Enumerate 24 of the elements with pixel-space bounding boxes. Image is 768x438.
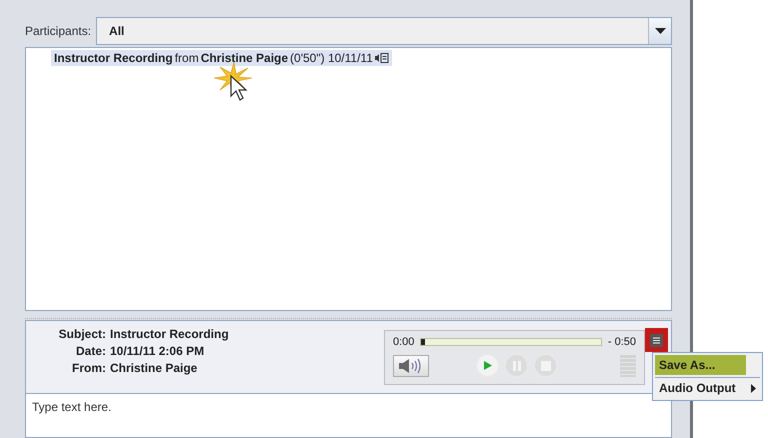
menu-item[interactable]: Audio Output bbox=[655, 377, 760, 398]
field-label: From: bbox=[71, 361, 106, 376]
play-icon bbox=[484, 361, 492, 370]
volume-button[interactable] bbox=[393, 354, 429, 377]
level-meter-icon bbox=[620, 354, 636, 377]
field-label: Subject: bbox=[58, 327, 106, 342]
field-label: Date: bbox=[74, 344, 106, 358]
pause-icon bbox=[512, 360, 520, 371]
progress-track[interactable] bbox=[420, 338, 602, 346]
field-value: Christine Paige bbox=[110, 361, 198, 376]
field-value: Instructor Recording bbox=[110, 327, 229, 342]
participants-label: Participants: bbox=[25, 24, 92, 38]
dropdown-arrow-icon bbox=[654, 28, 666, 34]
field-value: 10/11/11 2:06 PM bbox=[110, 344, 206, 358]
menu-icon bbox=[650, 334, 663, 347]
options-menu-button[interactable] bbox=[645, 328, 668, 352]
menu-item[interactable]: Save As... bbox=[655, 355, 746, 375]
audio-note-icon bbox=[374, 52, 389, 63]
remaining-time: - 0:50 bbox=[608, 336, 636, 348]
submenu-arrow-icon bbox=[751, 384, 756, 392]
participants-dropdown[interactable]: All bbox=[96, 16, 672, 45]
recording-item[interactable]: Instructor Recording from Christine Paige (0'50") 10/11/11 bbox=[51, 50, 392, 66]
elapsed-time: 0:00 bbox=[393, 336, 414, 348]
stop-icon bbox=[540, 360, 550, 371]
